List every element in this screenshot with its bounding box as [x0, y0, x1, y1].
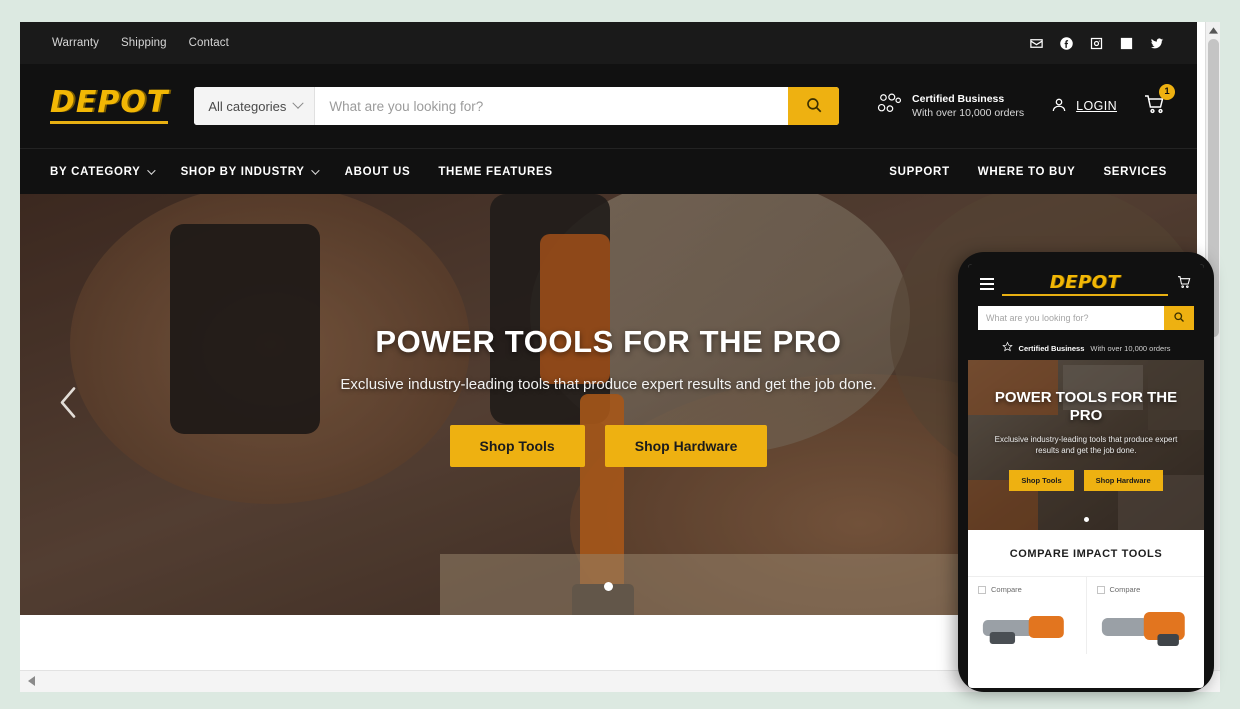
search-icon — [1173, 311, 1185, 326]
nav-item-label: WHERE TO BUY — [977, 165, 1076, 178]
search-icon — [805, 96, 823, 117]
mobile-compare-toggle[interactable]: Compare — [978, 585, 1076, 594]
chevron-up-icon — [1208, 21, 1218, 39]
mobile-shop-tools-button[interactable]: Shop Tools — [1009, 470, 1074, 492]
mobile-carousel-dots — [968, 517, 1204, 522]
site-header: DEPOT All categories What are you lookin… — [20, 64, 1197, 148]
nav-item-label: ABOUT US — [344, 165, 411, 178]
linkedin-icon[interactable] — [1119, 36, 1134, 51]
email-icon[interactable] — [1029, 36, 1044, 51]
mobile-certified-badge: Certified Business With over 10,000 orde… — [968, 338, 1204, 360]
mobile-shop-hardware-button[interactable]: Shop Hardware — [1083, 470, 1163, 492]
mobile-screen: DEPOT Certified Business With over — [968, 264, 1204, 688]
nav-right-group: SUPPORT WHERE TO BUY SERVICES — [861, 166, 1167, 178]
mobile-hero-subtitle: Exclusive industry-leading tools that pr… — [994, 435, 1178, 456]
login-link[interactable]: LOGIN — [1050, 96, 1117, 117]
mobile-certified-subtitle: With over 10,000 orders — [1090, 343, 1171, 353]
compare-label: Compare — [991, 585, 1022, 594]
mobile-search-bar — [968, 304, 1204, 338]
nav-item-label: SUPPORT — [889, 165, 950, 178]
product-thumbnail — [1097, 602, 1195, 646]
nav-item-theme-features[interactable]: THEME FEATURES — [438, 166, 552, 178]
search-input[interactable] — [315, 87, 789, 125]
screenshot-root: Warranty Shipping Contact DEPOT All cate… — [0, 0, 1240, 709]
topbar-link-warranty[interactable]: Warranty — [52, 37, 99, 49]
compare-label: Compare — [1109, 585, 1141, 594]
mobile-hero-content: POWER TOOLS FOR THE PRO Exclusive indust… — [968, 360, 1204, 530]
mobile-cart-icon[interactable] — [1176, 274, 1192, 295]
nav-item-shop-by-industry[interactable]: SHOP BY INDUSTRY — [180, 165, 320, 178]
chevron-left-icon — [27, 673, 35, 691]
main-navigation: BY CATEGORY SHOP BY INDUSTRY ABOUT US TH… — [20, 148, 1197, 194]
nav-item-services[interactable]: SERVICES — [1103, 166, 1167, 178]
category-select-label: All categories — [208, 98, 287, 114]
instagram-icon[interactable] — [1089, 36, 1104, 51]
hero-subtitle: Exclusive industry-leading tools that pr… — [340, 376, 877, 393]
scroll-left-button[interactable] — [20, 673, 42, 691]
certified-business-text: Certified Business With over 10,000 orde… — [912, 92, 1024, 120]
facebook-icon[interactable] — [1059, 36, 1074, 51]
cart-count-badge: 1 — [1159, 83, 1175, 100]
mobile-search-input[interactable] — [978, 306, 1164, 330]
mobile-search-button[interactable] — [1164, 306, 1194, 330]
chevron-left-icon — [58, 386, 80, 423]
certified-business-subtitle: With over 10,000 orders — [912, 107, 1025, 119]
topbar-link-shipping[interactable]: Shipping — [121, 37, 167, 49]
mobile-compare-section: COMPARE IMPACT TOOLS Compare Compare — [968, 530, 1204, 654]
search-button[interactable] — [788, 87, 840, 125]
compare-checkbox[interactable] — [1096, 585, 1105, 594]
compare-checkbox[interactable] — [978, 585, 986, 594]
certified-business-badge: Certified Business With over 10,000 orde… — [876, 92, 1024, 121]
site-logo[interactable]: DEPOT — [50, 88, 169, 124]
top-utility-links: Warranty Shipping Contact — [52, 37, 229, 49]
hero-cta-group: Shop Tools Shop Hardware — [449, 425, 768, 467]
mobile-site-logo[interactable]: DEPOT — [1002, 272, 1168, 296]
nav-item-label: SERVICES — [1103, 165, 1167, 178]
search-bar: All categories — [194, 87, 840, 125]
topbar-link-contact[interactable]: Contact — [189, 37, 229, 49]
nav-item-label: SHOP BY INDUSTRY — [180, 165, 305, 178]
nav-item-label: BY CATEGORY — [50, 165, 141, 178]
nav-left-group: BY CATEGORY SHOP BY INDUSTRY ABOUT US TH… — [50, 166, 581, 178]
nav-item-support[interactable]: SUPPORT — [889, 166, 950, 178]
user-icon — [1050, 96, 1068, 117]
mobile-product-card[interactable]: Compare — [968, 577, 1086, 654]
twitter-icon[interactable] — [1149, 36, 1165, 51]
mobile-certified-title: Certified Business — [1018, 343, 1085, 353]
carousel-dot[interactable] — [604, 582, 613, 591]
chevron-down-icon — [310, 165, 320, 175]
login-label: LOGIN — [1076, 99, 1117, 113]
mobile-compare-toggle[interactable]: Compare — [1096, 585, 1195, 594]
chevron-down-icon — [292, 97, 305, 109]
hero-title: POWER TOOLS FOR THE PRO — [375, 324, 842, 359]
carousel-prev-button[interactable] — [58, 385, 80, 424]
social-links — [1029, 36, 1165, 51]
mobile-product-card[interactable]: Compare — [1085, 577, 1205, 654]
mobile-hero-carousel: POWER TOOLS FOR THE PRO Exclusive indust… — [968, 360, 1204, 530]
certification-icon — [876, 92, 902, 121]
chevron-down-icon — [146, 165, 156, 175]
shop-hardware-button[interactable]: Shop Hardware — [604, 425, 768, 467]
mobile-compare-cards: Compare Compare — [968, 576, 1204, 654]
nav-item-about-us[interactable]: ABOUT US — [345, 166, 411, 178]
star-icon — [1001, 339, 1013, 357]
nav-item-by-category[interactable]: BY CATEGORY — [50, 165, 156, 178]
mobile-header: DEPOT — [968, 264, 1204, 304]
mobile-hero-title: POWER TOOLS FOR THE PRO — [994, 388, 1178, 425]
mobile-preview-mockup: DEPOT Certified Business With over — [958, 252, 1214, 692]
scroll-up-button[interactable] — [1206, 22, 1220, 37]
mobile-carousel-dot[interactable] — [1083, 517, 1089, 522]
mobile-compare-title: COMPARE IMPACT TOOLS — [1009, 548, 1163, 560]
nav-item-where-to-buy[interactable]: WHERE TO BUY — [978, 166, 1076, 178]
mobile-cta-group: Shop Tools Shop Hardware — [1009, 470, 1163, 492]
hamburger-menu-icon[interactable] — [980, 278, 994, 290]
cart-button[interactable]: 1 — [1143, 83, 1175, 121]
nav-item-label: THEME FEATURES — [438, 165, 553, 178]
category-select[interactable]: All categories — [194, 87, 316, 125]
header-actions: Certified Business With over 10,000 orde… — [876, 83, 1175, 121]
certified-business-title: Certified Business — [912, 92, 1005, 105]
product-thumbnail — [978, 602, 1076, 646]
top-utility-bar: Warranty Shipping Contact — [20, 22, 1197, 64]
shop-tools-button[interactable]: Shop Tools — [449, 425, 585, 467]
